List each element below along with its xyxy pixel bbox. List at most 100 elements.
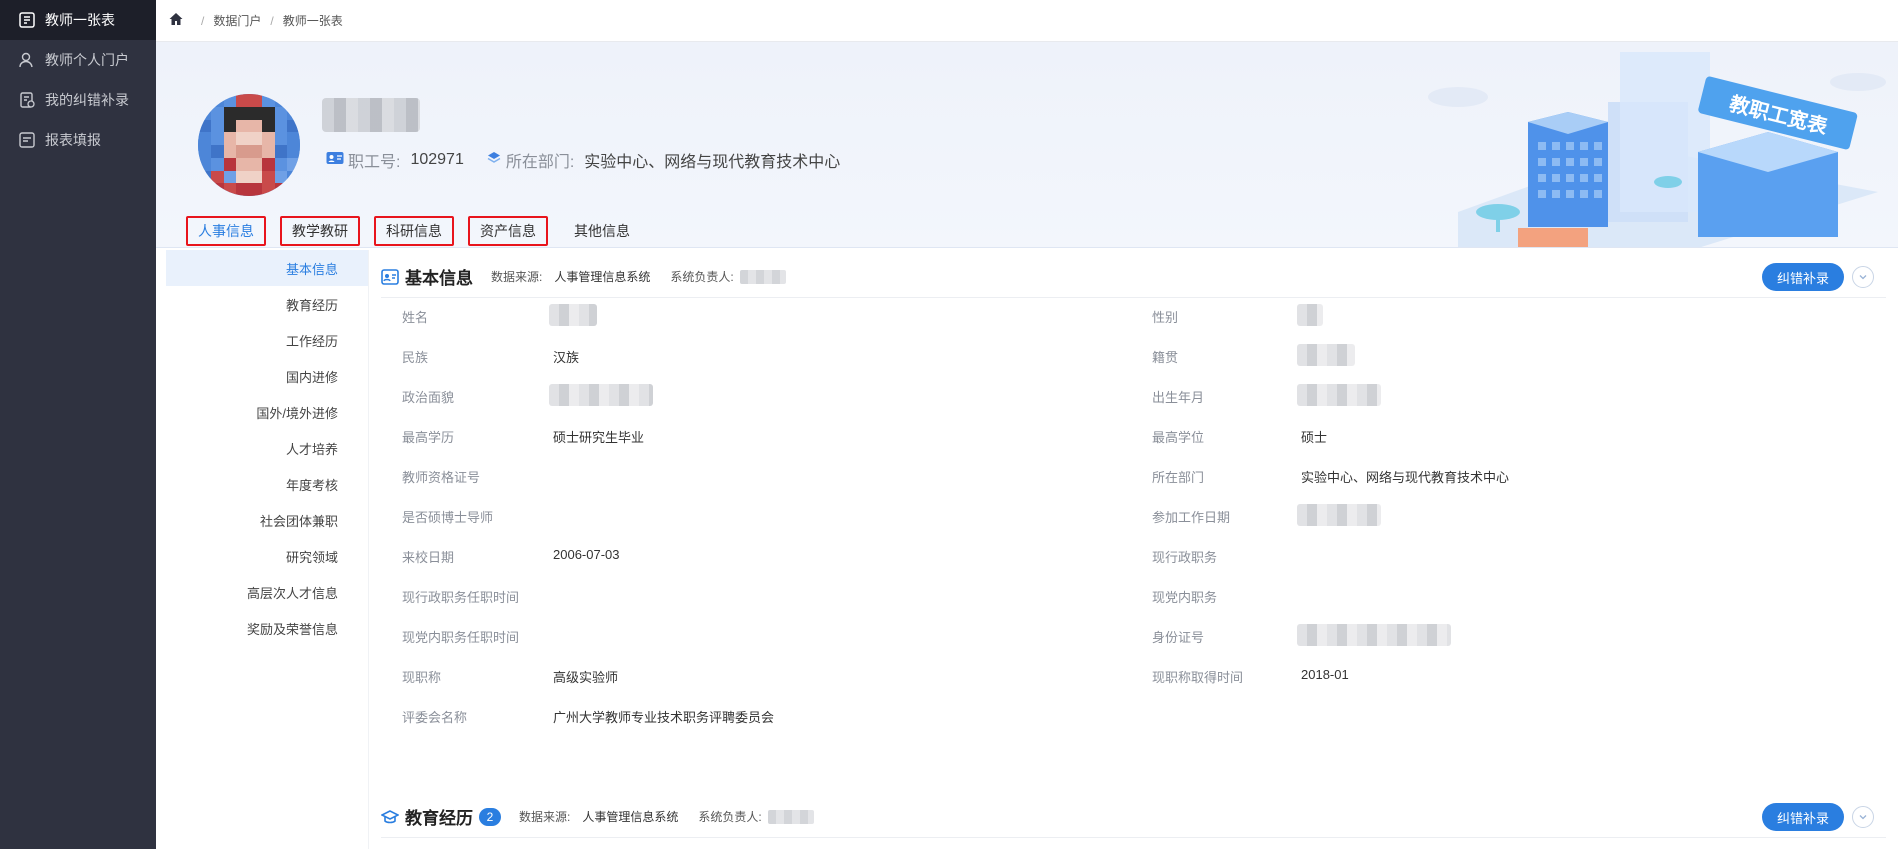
avatar-pixel bbox=[198, 106, 211, 120]
owner-redacted bbox=[739, 269, 786, 284]
avatar-pixel bbox=[210, 132, 224, 145]
sidebar-item-label: 报表填报 bbox=[45, 132, 101, 148]
sidebar-item-corrections[interactable]: 我的纠错补录 bbox=[0, 80, 156, 120]
owner-label: 系统负责人: bbox=[670, 270, 734, 284]
avatar-pixel bbox=[236, 157, 249, 171]
field-value: 2018-01 bbox=[1301, 667, 1349, 682]
field-label: 最高学位 bbox=[1152, 430, 1205, 445]
collapse-toggle[interactable] bbox=[1852, 266, 1874, 288]
avatar-pixel bbox=[287, 119, 300, 133]
subnav-item[interactable]: 社会团体兼职 bbox=[166, 502, 368, 538]
owner-redacted bbox=[767, 809, 814, 824]
tab-research[interactable]: 科研信息 bbox=[374, 216, 454, 246]
basic-info-header: 基本信息 数据来源: 人事管理信息系统 系统负责人: 纠错补录 bbox=[381, 256, 1886, 298]
avatar-pixel bbox=[236, 170, 249, 184]
avatar-pixel bbox=[249, 157, 262, 171]
subnav-item[interactable]: 教育经历 bbox=[166, 286, 368, 322]
field-value: 硕士 bbox=[1301, 430, 1328, 445]
avatar-pixel bbox=[274, 106, 288, 120]
home-icon[interactable] bbox=[168, 11, 192, 30]
field-label: 现职称 bbox=[402, 670, 442, 685]
redacted-value bbox=[1297, 504, 1381, 526]
tab-other[interactable]: 其他信息 bbox=[562, 216, 642, 246]
tab-teaching[interactable]: 教学教研 bbox=[280, 216, 360, 246]
subnav-item[interactable]: 人才培养 bbox=[166, 430, 368, 466]
avatar-pixel bbox=[249, 119, 262, 133]
subnav-item[interactable]: 奖励及荣誉信息 bbox=[166, 610, 368, 646]
sidebar-item-report-filling[interactable]: 报表填报 bbox=[0, 120, 156, 160]
field-label: 教师资格证号 bbox=[402, 470, 481, 485]
subnav-item[interactable]: 高层次人才信息 bbox=[166, 574, 368, 610]
subnav-item[interactable]: 国内进修 bbox=[166, 358, 368, 394]
avatar-pixel bbox=[249, 170, 262, 184]
correction-button[interactable]: 纠错补录 bbox=[1761, 263, 1844, 291]
tab-assets[interactable]: 资产信息 bbox=[468, 216, 548, 246]
profile-banner: 职工号: 102971 所在部门: 实验中心、网络与现代教育技术中心 教职工宽表… bbox=[156, 42, 1898, 248]
field-label: 现职称取得时间 bbox=[1152, 670, 1244, 685]
field-label: 民族 bbox=[402, 350, 429, 365]
avatar-pixel bbox=[223, 94, 237, 107]
avatar-pixel bbox=[223, 106, 237, 120]
data-source-label: 数据来源: bbox=[491, 270, 543, 284]
sidebar-item-label: 我的纠错补录 bbox=[45, 92, 129, 108]
avatar-pixel bbox=[274, 94, 288, 107]
field-value: 高级实验师 bbox=[553, 670, 619, 685]
avatar-pixel bbox=[274, 132, 288, 145]
avatar-pixel bbox=[210, 157, 224, 171]
redacted-value bbox=[549, 304, 597, 326]
field-label: 出生年月 bbox=[1152, 390, 1205, 405]
avatar-pixel bbox=[198, 170, 211, 184]
breadcrumb-item[interactable]: 数据门户 bbox=[213, 12, 261, 29]
field-value: 广州大学教师专业技术职务评聘委员会 bbox=[553, 710, 775, 725]
subnav-item[interactable]: 研究领域 bbox=[166, 538, 368, 574]
avatar-pixel bbox=[274, 183, 288, 196]
collapse-toggle[interactable] bbox=[1852, 806, 1874, 828]
field-label: 现行政职务任职时间 bbox=[402, 590, 520, 605]
field-value: 硕士研究生毕业 bbox=[553, 430, 645, 445]
avatar-pixel bbox=[236, 94, 249, 107]
avatar-pixel bbox=[223, 119, 237, 133]
section-title: 教育经历 bbox=[405, 809, 473, 828]
avatar-pixel bbox=[223, 145, 237, 158]
avatar-pixel bbox=[261, 106, 275, 120]
sidebar-item-teacher-table[interactable]: 教师一张表 bbox=[0, 0, 156, 40]
report-icon bbox=[18, 131, 36, 149]
sidebar-item-teacher-portal[interactable]: 教师个人门户 bbox=[0, 40, 156, 80]
id-card-icon bbox=[326, 151, 344, 170]
avatar-pixel bbox=[210, 119, 224, 133]
field-label: 参加工作日期 bbox=[1152, 510, 1231, 525]
employee-id: 102971 bbox=[410, 151, 464, 168]
field-label: 现行政职务 bbox=[1152, 550, 1218, 565]
tab-bar: 人事信息 教学教研 科研信息 资产信息 其他信息 bbox=[186, 216, 656, 246]
sidebar: 教师一张表 教师个人门户 我的纠错补录 报表填报 bbox=[0, 0, 156, 849]
subnav-item[interactable]: 工作经历 bbox=[166, 322, 368, 358]
field-label: 现党内职务任职时间 bbox=[402, 630, 520, 645]
field-label: 性别 bbox=[1152, 310, 1179, 325]
breadcrumb-separator: / bbox=[270, 13, 274, 28]
count-badge: 2 bbox=[479, 807, 501, 826]
avatar-pixel bbox=[223, 157, 237, 171]
correction-button[interactable]: 纠错补录 bbox=[1761, 803, 1844, 831]
profile-meta: 职工号: 102971 所在部门: 实验中心、网络与现代教育技术中心 bbox=[326, 148, 840, 172]
tab-personnel[interactable]: 人事信息 bbox=[186, 216, 266, 246]
field-label: 来校日期 bbox=[402, 550, 455, 565]
subnav-item[interactable]: 年度考核 bbox=[166, 466, 368, 502]
data-source-value: 人事管理信息系统 bbox=[554, 270, 651, 284]
avatar-pixel bbox=[249, 94, 262, 107]
layers-icon bbox=[486, 150, 502, 171]
subnav-item[interactable]: 国外/境外进修 bbox=[166, 394, 368, 430]
data-source-value: 人事管理信息系统 bbox=[582, 810, 679, 824]
avatar-pixel bbox=[198, 157, 211, 171]
subnav-item[interactable]: 基本信息 bbox=[166, 250, 368, 286]
sidebar-item-label: 教师一张表 bbox=[45, 12, 115, 28]
chevron-down-icon bbox=[1859, 275, 1867, 280]
field-label: 现党内职务 bbox=[1152, 590, 1218, 605]
breadcrumb-item: 教师一张表 bbox=[282, 14, 343, 28]
avatar-pixel bbox=[198, 145, 211, 158]
avatar-pixel bbox=[261, 94, 275, 107]
avatar-pixel bbox=[274, 170, 288, 184]
field-label: 政治面貌 bbox=[402, 390, 455, 405]
breadcrumb: / 数据门户 / 教师一张表 bbox=[156, 0, 1898, 42]
field-label: 所在部门 bbox=[1152, 470, 1205, 485]
avatar-pixel bbox=[261, 183, 275, 196]
